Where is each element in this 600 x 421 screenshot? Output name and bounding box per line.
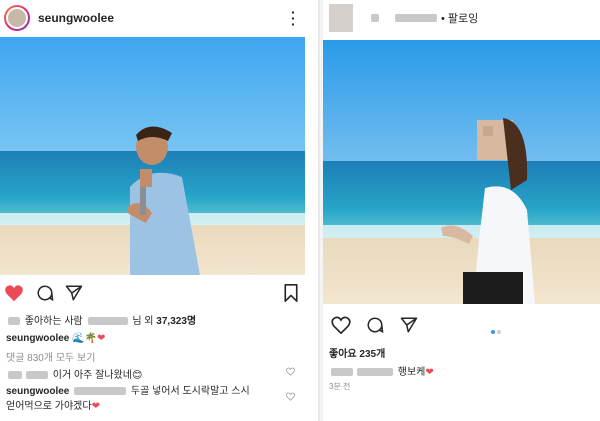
action-bar [0,280,305,308]
caption-heart-icon: ❤ [97,333,106,344]
post-username[interactable]: seungwoolee [38,11,114,25]
post-photo[interactable] [0,37,305,275]
person-figure [128,126,200,275]
post-header: seungwoolee · · · [0,0,305,36]
person-figure [441,118,535,304]
like-comment-icon[interactable] [286,392,295,401]
likes-count[interactable]: 37,323명 [156,316,196,327]
caption: seungwoolee 🌊🌴❤ [6,333,299,344]
action-bar [323,312,600,340]
carousel-dot [497,330,501,334]
share-icon[interactable] [65,284,83,302]
carousel-dot [491,330,495,334]
post-photo[interactable] [323,40,600,304]
timestamp: 3분 전 [329,382,351,391]
likes-line: 좋아하는 사람 님 외 37,323명 [6,312,299,327]
more-options-icon[interactable]: · · · [291,5,296,31]
view-all-comments[interactable]: 댓글 830개 모두 보기 [6,349,299,364]
left-post: seungwoolee · · · 좋아하는 사람 님 외 37,323명 se… [0,0,305,421]
comment-icon[interactable] [36,284,54,302]
avatar[interactable] [4,5,30,31]
avatar[interactable] [329,4,353,32]
heart-icon[interactable] [331,316,351,334]
heart-icon[interactable] [4,284,24,302]
post-header: • 팔로잉 [323,0,600,36]
caption: 행보케❤ [329,363,594,378]
comment-row: seungwoolee 두골 넣어서 도시락말고 스시 [6,386,250,397]
comment-continuation: 얻어먹으로 가야겠다❤ [6,401,100,412]
caption-username[interactable]: seungwoolee [6,333,69,344]
comment-row: 이거 아주 잘나왔네😊 [6,366,299,381]
comment-icon[interactable] [366,316,384,334]
carousel-dots [491,321,503,339]
bookmark-icon[interactable] [283,284,299,302]
comment-username[interactable]: seungwoolee [6,386,69,397]
like-comment-icon[interactable] [286,367,295,376]
share-icon[interactable] [400,316,418,334]
likes-count[interactable]: 좋아요 235개 [329,345,594,360]
following-label[interactable]: • 팔로잉 [441,10,478,26]
right-post: • 팔로잉 좋아요 235개 행보케❤ 3분 전 [323,0,600,421]
caption-emoji: 🌊🌴 [72,333,98,344]
